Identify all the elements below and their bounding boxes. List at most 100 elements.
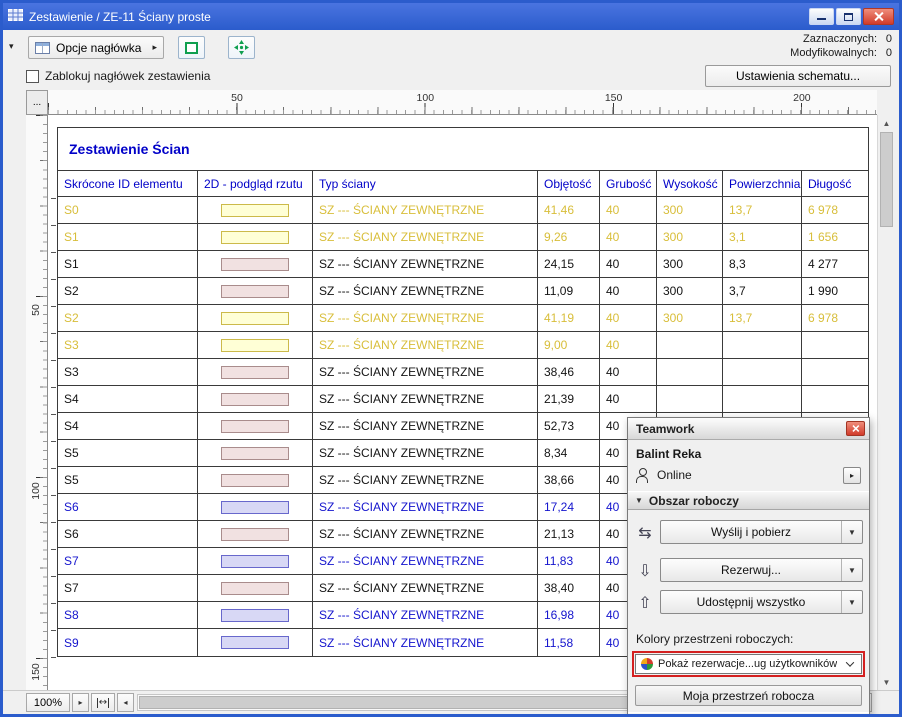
cell-id[interactable]: S5 <box>58 440 198 466</box>
cell-volume[interactable]: 24,15 <box>538 251 600 277</box>
cell-id[interactable]: S6 <box>58 521 198 547</box>
cell-thickness[interactable]: 40 <box>600 251 657 277</box>
section-header-workspace[interactable]: ▼ Obszar roboczy <box>628 491 869 510</box>
schedule-row[interactable]: S2SZ --- ŚCIANY ZEWNĘTRZNE11,09403003,71… <box>58 278 868 305</box>
column-header-3[interactable]: Typ ściany <box>313 171 538 196</box>
checkbox-box[interactable] <box>26 70 39 83</box>
column-header-5[interactable]: Grubość <box>600 171 657 196</box>
cell-thickness[interactable]: 40 <box>600 386 657 412</box>
cell-id[interactable]: S6 <box>58 494 198 520</box>
cell-height[interactable]: 300 <box>657 278 723 304</box>
cell-volume[interactable]: 38,40 <box>538 575 600 601</box>
cell-preview[interactable] <box>198 224 313 250</box>
cell-id[interactable]: S3 <box>58 359 198 385</box>
workspace-colors-combo[interactable]: Pokaż rezerwacje...ug użytkowników <box>635 654 862 674</box>
cell-volume[interactable]: 21,13 <box>538 521 600 547</box>
cell-id[interactable]: S1 <box>58 224 198 250</box>
cell-id[interactable]: S7 <box>58 548 198 574</box>
cell-volume[interactable]: 9,26 <box>538 224 600 250</box>
cell-preview[interactable] <box>198 359 313 385</box>
ruler-options-button[interactable]: ... <box>26 90 48 115</box>
release-all-dropdown[interactable]: ▼ <box>841 591 862 613</box>
cell-volume[interactable]: 38,66 <box>538 467 600 493</box>
cell-volume[interactable]: 38,46 <box>538 359 600 385</box>
cell-preview[interactable] <box>198 197 313 223</box>
schedule-row[interactable]: S1SZ --- ŚCIANY ZEWNĘTRZNE24,15403008,34… <box>58 251 868 278</box>
zoom-level-button[interactable]: 100% <box>26 693 70 712</box>
cell-height[interactable]: 300 <box>657 224 723 250</box>
cell-id[interactable]: S7 <box>58 575 198 601</box>
cell-area[interactable]: 3,7 <box>723 278 802 304</box>
column-header-2[interactable]: 2D - podgląd rzutu <box>198 171 313 196</box>
cell-volume[interactable]: 8,34 <box>538 440 600 466</box>
cell-length[interactable]: 6 978 <box>802 305 868 331</box>
cell-preview[interactable] <box>198 251 313 277</box>
cell-type[interactable]: SZ --- ŚCIANY ZEWNĘTRZNE <box>313 521 538 547</box>
cell-preview[interactable] <box>198 521 313 547</box>
cell-preview[interactable] <box>198 629 313 656</box>
section-header-users[interactable]: ▶ Użytkownicy <box>628 712 869 717</box>
column-header-1[interactable]: Skrócone ID elementu <box>58 171 198 196</box>
cell-type[interactable]: SZ --- ŚCIANY ZEWNĘTRZNE <box>313 602 538 628</box>
cell-type[interactable]: SZ --- ŚCIANY ZEWNĘTRZNE <box>313 224 538 250</box>
cell-preview[interactable] <box>198 413 313 439</box>
cell-thickness[interactable]: 40 <box>600 224 657 250</box>
cell-type[interactable]: SZ --- ŚCIANY ZEWNĘTRZNE <box>313 494 538 520</box>
cell-height[interactable]: 300 <box>657 197 723 223</box>
cell-length[interactable]: 1 990 <box>802 278 868 304</box>
cell-area[interactable] <box>723 359 802 385</box>
cell-thickness[interactable]: 40 <box>600 197 657 223</box>
palette-flyout-arrow-icon[interactable]: ▾ <box>9 41 14 52</box>
cell-type[interactable]: SZ --- ŚCIANY ZEWNĘTRZNE <box>313 440 538 466</box>
lock-header-checkbox[interactable]: Zablokuj nagłówek zestawienia <box>26 69 210 83</box>
vertical-scrollbar[interactable]: ▲ ▼ <box>877 115 894 690</box>
cell-area[interactable] <box>723 332 802 358</box>
cell-id[interactable]: S2 <box>58 278 198 304</box>
cell-type[interactable]: SZ --- ŚCIANY ZEWNĘTRZNE <box>313 251 538 277</box>
cell-type[interactable]: SZ --- ŚCIANY ZEWNĘTRZNE <box>313 575 538 601</box>
vertical-ruler[interactable]: 50100150 <box>26 115 48 690</box>
cell-preview[interactable] <box>198 602 313 628</box>
cell-preview[interactable] <box>198 575 313 601</box>
zoom-menu-button[interactable]: ▸ <box>72 693 89 712</box>
cell-height[interactable] <box>657 386 723 412</box>
send-receive-button[interactable]: Wyślij i pobierz <box>661 521 841 543</box>
column-header-8[interactable]: Długość <box>802 171 868 196</box>
show-selection-in-plan-button[interactable] <box>228 36 255 59</box>
cell-height[interactable]: 300 <box>657 251 723 277</box>
cell-type[interactable]: SZ --- ŚCIANY ZEWNĘTRZNE <box>313 359 538 385</box>
cell-type[interactable]: SZ --- ŚCIANY ZEWNĘTRZNE <box>313 332 538 358</box>
cell-type[interactable]: SZ --- ŚCIANY ZEWNĘTRZNE <box>313 278 538 304</box>
schedule-row[interactable]: S3SZ --- ŚCIANY ZEWNĘTRZNE38,4640 <box>58 359 868 386</box>
cell-volume[interactable]: 11,58 <box>538 629 600 656</box>
column-header-6[interactable]: Wysokość <box>657 171 723 196</box>
cell-height[interactable] <box>657 332 723 358</box>
cell-thickness[interactable]: 40 <box>600 332 657 358</box>
cell-length[interactable]: 1 656 <box>802 224 868 250</box>
cell-type[interactable]: SZ --- ŚCIANY ZEWNĘTRZNE <box>313 548 538 574</box>
cell-length[interactable]: 4 277 <box>802 251 868 277</box>
cell-thickness[interactable]: 40 <box>600 278 657 304</box>
cell-volume[interactable]: 41,46 <box>538 197 600 223</box>
my-workspace-button[interactable]: Moja przestrzeń robocza <box>635 685 862 706</box>
cell-volume[interactable]: 21,39 <box>538 386 600 412</box>
cell-preview[interactable] <box>198 467 313 493</box>
close-button[interactable] <box>863 8 894 25</box>
minimize-button[interactable] <box>809 8 834 25</box>
cell-id[interactable]: S4 <box>58 386 198 412</box>
cell-height[interactable]: 300 <box>657 305 723 331</box>
cell-volume[interactable]: 11,83 <box>538 548 600 574</box>
cell-area[interactable]: 13,7 <box>723 305 802 331</box>
cell-id[interactable]: S9 <box>58 629 198 656</box>
cell-id[interactable]: S3 <box>58 332 198 358</box>
schedule-row[interactable]: S2SZ --- ŚCIANY ZEWNĘTRZNE41,194030013,7… <box>58 305 868 332</box>
cell-length[interactable]: 6 978 <box>802 197 868 223</box>
cell-type[interactable]: SZ --- ŚCIANY ZEWNĘTRZNE <box>313 386 538 412</box>
cell-height[interactable] <box>657 359 723 385</box>
cell-id[interactable]: S2 <box>58 305 198 331</box>
cell-type[interactable]: SZ --- ŚCIANY ZEWNĘTRZNE <box>313 413 538 439</box>
cell-id[interactable]: S8 <box>58 602 198 628</box>
cell-preview[interactable] <box>198 440 313 466</box>
cell-type[interactable]: SZ --- ŚCIANY ZEWNĘTRZNE <box>313 197 538 223</box>
cell-type[interactable]: SZ --- ŚCIANY ZEWNĘTRZNE <box>313 467 538 493</box>
